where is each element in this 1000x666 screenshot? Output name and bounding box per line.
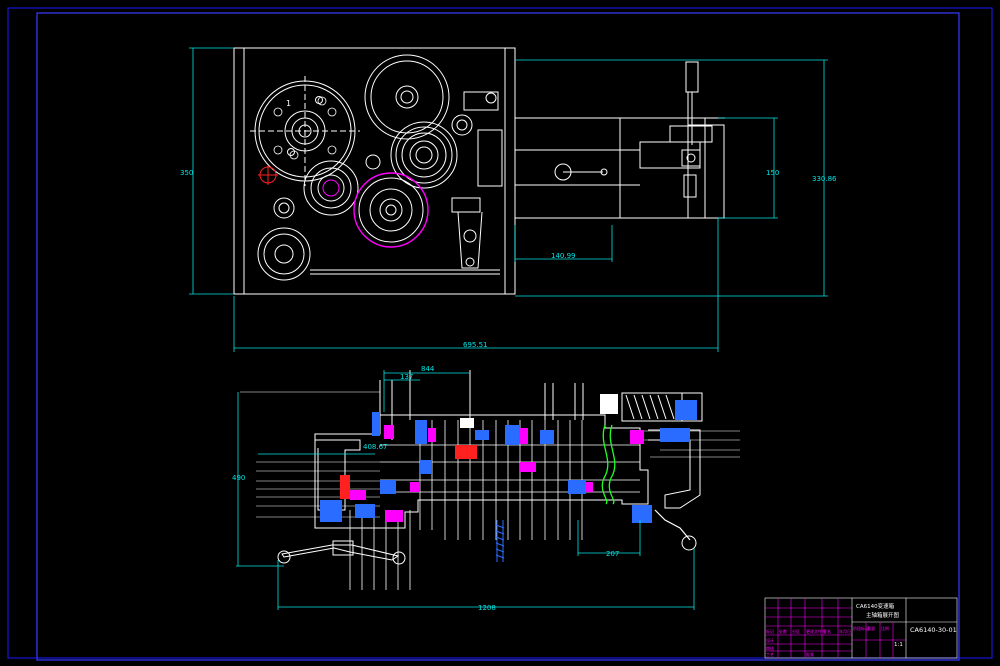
cell-9: 工艺 [766, 652, 774, 657]
cell-3: 分区 [792, 628, 800, 634]
cell-6: 年月日 [839, 628, 851, 634]
cell-8: 审核 [766, 645, 774, 651]
cell-5: 签名 [823, 628, 831, 634]
scale-text: 1:1 [894, 642, 903, 648]
gear-3 [390, 114, 473, 189]
dim-137-text: 137 [400, 373, 413, 381]
top-view [233, 47, 725, 295]
lever-block [463, 91, 503, 187]
dim-slot-text: 140.99 [551, 252, 576, 260]
dim-408-text: 408.67 [363, 443, 388, 451]
title-text: CA6140变速箱 [856, 602, 895, 610]
cad-drawing: 350 150 330.86 140.99 695.51 1 844 137 4… [7, 7, 993, 661]
gear-number-label: 1 [286, 99, 291, 108]
drawing-number: CA6140-30-01 [910, 626, 957, 634]
outer-frame [7, 7, 993, 659]
shift-fork [451, 197, 483, 269]
dim-844-text: 844 [421, 365, 435, 373]
gear-5 [353, 172, 429, 248]
dim-207-text: 207 [606, 550, 619, 558]
handle [669, 61, 713, 145]
cell-13: 比例 [881, 625, 889, 631]
subtitle-text: 主轴箱展开图 [866, 611, 900, 619]
dim-height-text: 350 [180, 169, 193, 177]
bottom-view [240, 370, 740, 590]
cell-10: 批准 [806, 651, 814, 657]
dim-inner-text: 150 [766, 169, 779, 177]
cell-1: 标记 [766, 628, 774, 634]
center-mark [258, 165, 278, 185]
cell-12: 重量 [867, 625, 875, 631]
top-dimensions [189, 47, 828, 352]
spring [495, 520, 505, 562]
dim-right-text: 330.86 [812, 175, 837, 183]
dim-total-text: 695.51 [463, 341, 488, 349]
control-shaft [515, 117, 725, 219]
bottom-dimensions [236, 370, 695, 610]
cell-7: 设计 [766, 637, 774, 643]
dim-490-text: 490 [232, 474, 245, 482]
dim-1208-text: 1208 [478, 604, 496, 612]
gear-6 [257, 197, 311, 281]
cell-2: 处数 [779, 628, 787, 634]
gear-1 [250, 76, 360, 186]
housing-outline [233, 47, 516, 295]
